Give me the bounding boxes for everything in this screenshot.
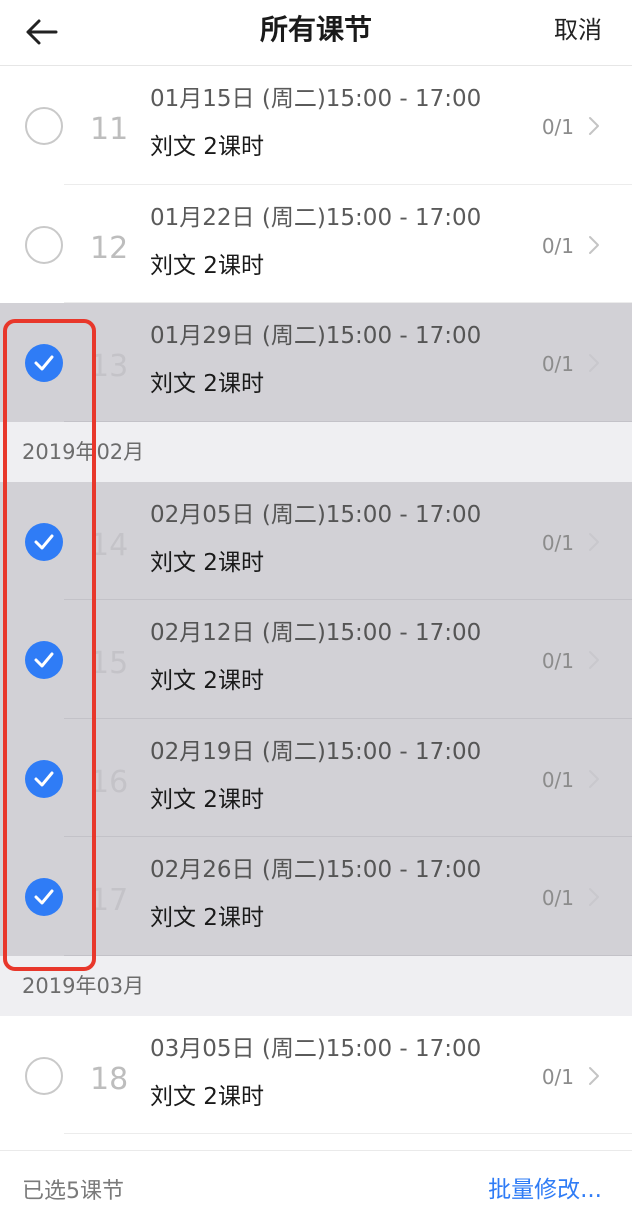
lesson-datetime: 01月22日 (周二)15:00 - 17:00: [150, 204, 482, 231]
radio-button[interactable]: [25, 1056, 63, 1095]
lesson-group-mar: 18 03月05日 (周二)15:00 - 17:00 刘文 2课时 0/1: [0, 1015, 632, 1134]
lesson-number: 15: [90, 646, 129, 681]
lesson-row[interactable]: 13 01月29日 (周二)15:00 - 17:00 刘文 2课时 0/1: [0, 303, 632, 422]
lesson-number: 13: [90, 349, 129, 384]
lesson-teacher-hours: 刘文 2课时: [150, 668, 264, 694]
attendance-count: 0/1: [541, 767, 574, 792]
bottom-bar: 已选5课节 批量修改...: [0, 1150, 632, 1224]
lesson-row[interactable]: 17 02月26日 (周二)15:00 - 17:00 刘文 2课时 0/1: [0, 837, 632, 956]
lesson-teacher-hours: 刘文 2课时: [150, 549, 264, 576]
lesson-list: 11 01月15日 (周二)15:00 - 17:00 刘文 2课时 0/1 12 01月…: [0, 66, 632, 1134]
lesson-datetime: 02月26日 (周二)15:00 - 17:00: [150, 857, 482, 883]
chevron-right-icon: [589, 651, 599, 669]
attendance-count: 0/1: [541, 886, 574, 910]
month-header-mar: 2019年03月: [0, 955, 632, 1016]
chevron-right-icon: [589, 1066, 599, 1085]
lesson-teacher-hours: 刘文 2课时: [150, 1083, 264, 1110]
checked-radio-icon[interactable]: [25, 522, 63, 561]
lesson-group-jan: 11 01月15日 (周二)15:00 - 17:00 刘文 2课时 0/1 12 01月…: [0, 66, 632, 422]
chevron-right-icon: [589, 235, 599, 254]
month-label: 2019年03月: [22, 973, 145, 998]
chevron-right-icon: [589, 117, 599, 135]
row-divider: [64, 1133, 632, 1134]
top-bar: 所有课节 取消: [0, 0, 632, 66]
lesson-teacher-hours: 刘文 2课时: [150, 905, 264, 931]
attendance-count: 0/1: [541, 352, 574, 376]
lesson-datetime: 01月15日 (周二)15:00 - 17:00: [150, 86, 482, 112]
attendance-count: 0/1: [541, 649, 574, 673]
lesson-number: 11: [90, 112, 129, 147]
lesson-group-feb: 14 02月05日 (周二)15:00 - 17:00 刘文 2课时 0/1 15 02月…: [0, 481, 632, 956]
lesson-row[interactable]: 14 02月05日 (周二)15:00 - 17:00 刘文 2课时 0/1: [0, 481, 632, 600]
attendance-count: 0/1: [541, 530, 574, 555]
checked-radio-icon[interactable]: [25, 344, 63, 382]
attendance-count: 0/1: [541, 233, 574, 258]
lesson-number: 18: [90, 1061, 129, 1097]
lesson-row[interactable]: 18 03月05日 (周二)15:00 - 17:00 刘文 2课时 0/1: [0, 1015, 632, 1134]
lesson-datetime: 02月19日 (周二)15:00 - 17:00: [150, 738, 482, 765]
lesson-datetime: 03月05日 (周二)15:00 - 17:00: [150, 1035, 482, 1062]
lesson-teacher-hours: 刘文 2课时: [150, 371, 264, 397]
attendance-count: 0/1: [541, 1064, 574, 1089]
radio-button[interactable]: [25, 225, 63, 264]
lesson-teacher-hours: 刘文 2课时: [150, 786, 264, 813]
lesson-number: 17: [90, 883, 129, 918]
lesson-teacher-hours: 刘文 2课时: [150, 134, 264, 160]
attendance-count: 0/1: [541, 115, 574, 139]
lesson-number: 12: [90, 230, 129, 266]
lesson-teacher-hours: 刘文 2课时: [150, 252, 264, 279]
batch-edit-button[interactable]: 批量修改...: [488, 1175, 602, 1205]
chevron-right-icon: [589, 354, 599, 372]
lesson-row[interactable]: 11 01月15日 (周二)15:00 - 17:00 刘文 2课时 0/1: [0, 66, 632, 185]
page-title: 所有课节: [259, 13, 372, 46]
lesson-datetime: 02月12日 (周二)15:00 - 17:00: [150, 620, 482, 646]
radio-button[interactable]: [25, 107, 63, 145]
lesson-row[interactable]: 16 02月19日 (周二)15:00 - 17:00 刘文 2课时 0/1: [0, 718, 632, 837]
selected-count: 已选5课节: [22, 1179, 124, 1204]
lesson-row[interactable]: 12 01月22日 (周二)15:00 - 17:00 刘文 2课时 0/1: [0, 184, 632, 303]
lesson-row[interactable]: 15 02月12日 (周二)15:00 - 17:00 刘文 2课时 0/1: [0, 600, 632, 719]
lesson-number: 14: [90, 527, 129, 563]
lesson-datetime: 02月05日 (周二)15:00 - 17:00: [150, 501, 482, 528]
chevron-right-icon: [589, 769, 599, 788]
lesson-datetime: 01月29日 (周二)15:00 - 17:00: [150, 323, 482, 349]
month-label: 2019年02月: [22, 439, 145, 464]
lesson-number: 16: [90, 764, 129, 800]
cancel-button[interactable]: 取消: [554, 10, 602, 50]
chevron-right-icon: [589, 888, 599, 906]
chevron-right-icon: [589, 532, 599, 551]
checked-radio-icon[interactable]: [25, 759, 63, 798]
month-header-feb: 2019年02月: [0, 421, 632, 482]
checked-radio-icon[interactable]: [25, 641, 63, 679]
checked-radio-icon[interactable]: [25, 878, 63, 916]
